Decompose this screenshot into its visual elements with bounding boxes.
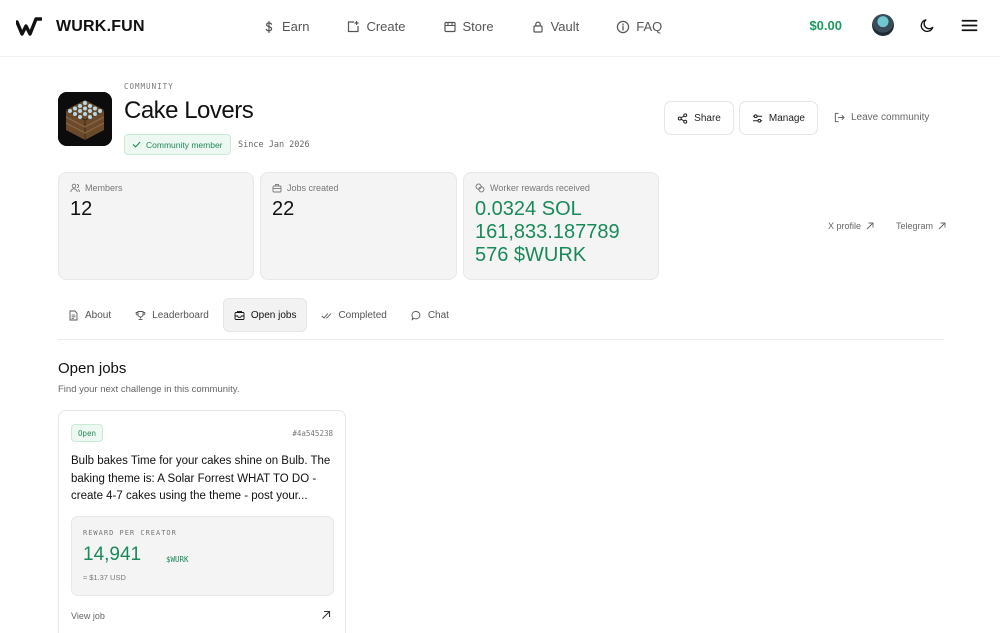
tab-completed[interactable]: Completed — [311, 298, 396, 332]
document-icon — [69, 310, 78, 320]
tab-open-jobs-label: Open jobs — [250, 309, 297, 321]
double-check-icon — [321, 312, 332, 319]
nav-links: Earn Create Store Vault FAQ — [262, 19, 699, 34]
tab-leaderboard-label: Leaderboard — [152, 309, 209, 321]
reward-usd: ≈ $1.37 USD — [83, 573, 126, 582]
tab-about-label: About — [85, 309, 112, 321]
check-icon — [132, 141, 141, 148]
manage-label: Manage — [768, 112, 805, 124]
theme-toggle-button[interactable] — [916, 14, 938, 36]
store-icon — [443, 21, 456, 32]
tab-about[interactable]: About — [58, 298, 121, 332]
section-title: Open jobs — [58, 360, 127, 377]
nav-vault[interactable]: Vault — [531, 19, 580, 34]
tab-chat[interactable]: Chat — [401, 298, 459, 332]
reward-box: REWARD PER CREATOR 14,941 $WURK ≈ $1.37 … — [71, 516, 334, 596]
coins-icon — [475, 183, 485, 193]
avatar[interactable] — [872, 14, 894, 36]
nav-vault-label: Vault — [550, 19, 580, 34]
users-icon — [70, 183, 80, 193]
nav-create-label: Create — [366, 19, 406, 34]
member-badge: Community member — [124, 134, 231, 155]
section-subtitle: Find your next challenge in this communi… — [58, 384, 240, 395]
stat-rewards: Worker rewards received 0.0324 SOL 161,8… — [463, 172, 659, 280]
wurk-logo-icon — [16, 17, 42, 36]
stat-members-label: Members — [85, 183, 123, 193]
stat-rewards-label: Worker rewards received — [490, 183, 590, 193]
x-profile-link[interactable]: X profile — [828, 221, 874, 231]
share-icon — [677, 112, 688, 124]
menu-button[interactable] — [958, 14, 980, 36]
tab-open-jobs[interactable]: Open jobs — [222, 298, 308, 332]
manage-button[interactable]: Manage — [738, 101, 818, 135]
top-nav: WURK.FUN Earn Create Store Vault FAQ $0.… — [0, 0, 1000, 57]
stat-members: Members 12 — [58, 172, 254, 280]
nav-right: $0.00 — [809, 14, 980, 36]
share-label: Share — [694, 112, 721, 124]
nav-store[interactable]: Store — [443, 19, 494, 34]
stat-members-value: 12 — [70, 198, 93, 220]
info-icon — [617, 20, 630, 33]
reward-amount: 14,941 — [83, 544, 142, 565]
stat-jobs: Jobs created 22 — [260, 172, 457, 280]
nav-earn[interactable]: Earn — [262, 19, 309, 34]
reward-kicker: REWARD PER CREATOR — [83, 529, 177, 537]
tab-leaderboard[interactable]: Leaderboard — [125, 298, 219, 332]
external-links: X profile Telegram — [828, 221, 946, 231]
stat-rewards-sol: 0.0324 SOL — [475, 198, 582, 220]
job-description: Bulb bakes Time for your cakes shine on … — [71, 455, 331, 502]
x-profile-label: X profile — [828, 221, 862, 231]
tab-completed-label: Completed — [338, 309, 387, 321]
nav-store-label: Store — [462, 19, 494, 34]
community-title: Cake Lovers — [124, 97, 254, 124]
logout-icon — [834, 112, 845, 123]
member-badge-label: Community member — [146, 139, 223, 150]
since-date: Since Jan 2026 — [238, 140, 310, 150]
trophy-icon — [135, 310, 146, 320]
lock-icon — [532, 21, 543, 33]
stat-jobs-label: Jobs created — [287, 183, 339, 193]
job-card[interactable]: Open #4a545238 Bulb bakes Time for your … — [58, 410, 346, 633]
nav-faq[interactable]: FAQ — [616, 19, 662, 34]
nav-earn-label: Earn — [282, 19, 310, 34]
brand-name: WURK.FUN — [56, 18, 145, 35]
stat-rewards-wurk-line1: 161,833.187789 — [475, 221, 620, 243]
cake-grid-icon — [58, 92, 112, 146]
leave-label: Leave community — [851, 112, 930, 123]
job-status-badge: Open — [71, 424, 104, 442]
inbox-icon — [234, 310, 245, 320]
hamburger-icon — [961, 19, 977, 31]
stat-jobs-value: 22 — [272, 198, 295, 220]
briefcase-icon — [272, 184, 282, 193]
dollar-icon — [265, 20, 273, 33]
reward-unit: $WURK — [166, 555, 189, 564]
tab-chat-label: Chat — [427, 309, 449, 321]
nav-faq-label: FAQ — [636, 19, 663, 34]
wallet-balance[interactable]: $0.00 — [809, 18, 842, 33]
view-job-link[interactable]: View job — [71, 611, 105, 621]
share-button[interactable]: Share — [664, 101, 734, 135]
create-icon — [348, 20, 360, 32]
leave-community-button[interactable]: Leave community — [834, 112, 929, 123]
external-arrow-icon — [866, 222, 874, 230]
brand[interactable]: WURK.FUN — [16, 16, 145, 38]
telegram-link[interactable]: Telegram — [896, 221, 946, 231]
community-actions: Share Manage — [664, 101, 818, 135]
nav-create[interactable]: Create — [346, 19, 406, 34]
job-id: #4a545238 — [292, 429, 333, 438]
moon-icon — [920, 18, 933, 32]
external-arrow-icon — [938, 222, 946, 230]
stat-rewards-wurk-line2: 576 $WURK — [475, 244, 587, 266]
community-avatar — [58, 92, 112, 146]
chat-icon — [411, 310, 421, 321]
community-kicker: COMMUNITY — [124, 82, 174, 91]
arrow-up-right-icon[interactable] — [321, 610, 331, 620]
telegram-label: Telegram — [896, 221, 934, 231]
community-tabs: About Leaderboard Open jobs Completed Ch… — [58, 298, 944, 340]
sliders-icon — [752, 113, 762, 123]
